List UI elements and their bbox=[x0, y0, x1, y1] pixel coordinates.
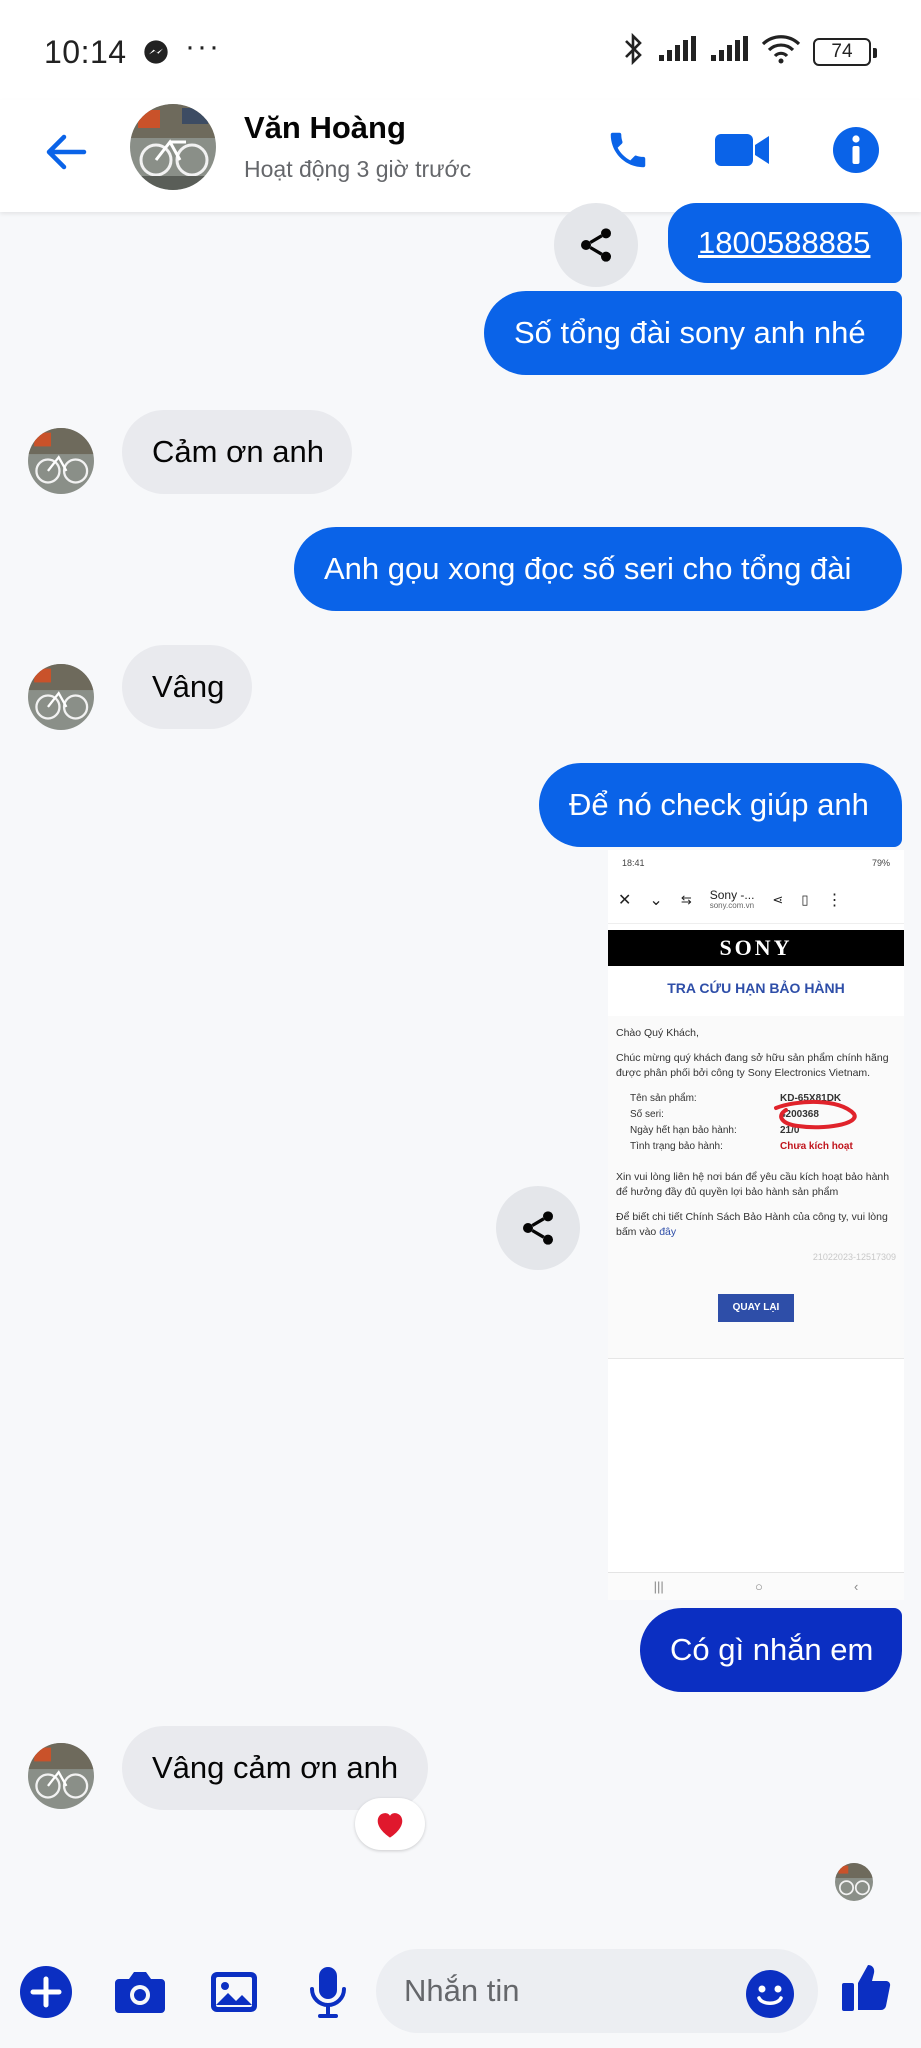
plus-circle-icon bbox=[20, 1966, 72, 2018]
camera-icon bbox=[115, 1972, 165, 2013]
shared-screenshot-image[interactable]: 18:41 79% ✕ ⌄ ⇆ Sony -... sony.com.vn ⋖ … bbox=[608, 850, 904, 1600]
close-icon: ✕ bbox=[618, 891, 632, 909]
image-policy-text: Để biết chi tiết Chính Sách Bảo Hành của… bbox=[616, 1211, 888, 1239]
bookmark-icon: ▯ bbox=[801, 891, 809, 907]
home-icon: ○ bbox=[754, 1579, 763, 1594]
image-browser-bar: ✕ ⌄ ⇆ Sony -... sony.com.vn ⋖ ▯ ⋮ bbox=[608, 876, 904, 924]
emoji-button[interactable] bbox=[744, 1968, 796, 2020]
message-bubble-outgoing[interactable]: Có gì nhắn em bbox=[640, 1608, 902, 1692]
contact-name[interactable]: Văn Hoàng bbox=[244, 110, 406, 146]
back-icon: ‹ bbox=[854, 1579, 859, 1594]
image-page-body: Chào Quý Khách, Chúc mừng quý khách đang… bbox=[608, 1016, 904, 1360]
warranty-table: Tên sản phẩm: KD-65X81DK Số seri: 420036… bbox=[630, 1092, 896, 1156]
messenger-notification-icon bbox=[142, 38, 170, 71]
more-actions-button[interactable] bbox=[16, 1962, 76, 2022]
image-contact-note: Xin vui lòng liên hệ nơi bán để yêu cầu … bbox=[616, 1170, 890, 1198]
message-text: Vâng bbox=[152, 669, 225, 704]
message-text: Cảm ơn anh bbox=[152, 434, 324, 469]
message-text: Có gì nhắn em bbox=[670, 1632, 874, 1667]
image-policy-link: đây bbox=[659, 1226, 677, 1239]
image-blank-area bbox=[608, 1358, 904, 1572]
message-bubble-outgoing[interactable]: Để nó check giúp anh bbox=[539, 763, 902, 847]
message-bubble-incoming[interactable]: Cảm ơn anh bbox=[122, 410, 352, 494]
video-call-button[interactable] bbox=[710, 118, 774, 182]
image-status-battery: 79% bbox=[871, 858, 890, 868]
image-back-button: QUAY LẠI bbox=[718, 1293, 794, 1322]
warranty-row: Tình trạng bảo hành: Chưa kích hoạt bbox=[630, 1140, 896, 1156]
image-status-bar: 18:41 79% bbox=[608, 850, 904, 876]
phone-icon bbox=[610, 132, 646, 168]
warranty-label: Số seri: bbox=[630, 1108, 664, 1120]
share-button[interactable] bbox=[554, 203, 638, 287]
signal-icon bbox=[709, 35, 749, 68]
bluetooth-icon bbox=[623, 32, 645, 71]
tune-icon: ⇆ bbox=[680, 891, 692, 907]
more-notifications-icon: ··· bbox=[185, 30, 221, 63]
conversation-info-button[interactable] bbox=[824, 118, 888, 182]
voice-call-button[interactable] bbox=[596, 118, 660, 182]
seen-receipt-avatar bbox=[835, 1863, 873, 1901]
share-icon bbox=[581, 228, 611, 262]
sender-avatar[interactable] bbox=[28, 428, 94, 494]
wifi-icon bbox=[761, 34, 801, 69]
message-bubble-incoming[interactable]: Vâng bbox=[122, 645, 252, 729]
contact-avatar[interactable] bbox=[130, 104, 216, 190]
message-bubble-outgoing[interactable]: 1800588885 bbox=[668, 203, 902, 283]
gallery-button[interactable] bbox=[204, 1962, 264, 2022]
image-page-heading: TRA CỨU HẠN BẢO HÀNH bbox=[667, 980, 845, 996]
image-tab-url: sony.com.vn bbox=[709, 900, 755, 910]
message-bubble-outgoing[interactable]: Số tổng đài sony anh nhé bbox=[484, 291, 902, 375]
image-nav-bar: ||| ○ ‹ bbox=[608, 1572, 904, 1600]
like-button[interactable] bbox=[836, 1958, 896, 2018]
image-policy-note: Để biết chi tiết Chính Sách Bảo Hành của… bbox=[616, 1210, 896, 1240]
red-circle-annotation bbox=[774, 1099, 857, 1129]
status-time: 10:14 bbox=[44, 34, 127, 70]
phone-number-link[interactable]: 1800588885 bbox=[698, 225, 870, 261]
conversation-header: Văn Hoàng Hoạt động 3 giờ trước bbox=[0, 100, 921, 212]
image-reference-id: 21022023-12517309 bbox=[812, 1251, 896, 1262]
warranty-label: Tên sản phẩm: bbox=[630, 1092, 697, 1104]
warranty-row: Số seri: 4200368 bbox=[630, 1099, 896, 1129]
image-greeting: Chào Quý Khách, bbox=[616, 1027, 699, 1039]
back-button[interactable] bbox=[38, 124, 94, 180]
image-status-time: 18:41 bbox=[622, 858, 645, 868]
sony-logo: SONY bbox=[608, 930, 904, 966]
camera-button[interactable] bbox=[110, 1962, 170, 2022]
info-icon bbox=[833, 127, 879, 173]
message-text: Vâng cảm ơn anh bbox=[152, 1750, 399, 1785]
more-icon: ⋮ bbox=[826, 891, 843, 909]
heart-reaction[interactable] bbox=[355, 1798, 425, 1850]
message-text: Để nó check giúp anh bbox=[569, 787, 869, 822]
warranty-label: Ngày hết hạn bảo hành: bbox=[630, 1124, 737, 1136]
message-text: Anh gọu xong đọc số seri cho tổng đài bbox=[324, 551, 852, 586]
image-tab-title: Sony -... bbox=[709, 887, 755, 902]
image-icon bbox=[211, 1972, 257, 2012]
battery-icon: 74 bbox=[813, 37, 877, 66]
arrow-left-icon bbox=[46, 134, 87, 170]
video-camera-icon bbox=[715, 134, 769, 166]
sender-avatar[interactable] bbox=[28, 664, 94, 730]
share-icon bbox=[523, 1211, 553, 1245]
voice-message-button[interactable] bbox=[298, 1962, 358, 2022]
message-text: Số tổng đài sony anh nhé bbox=[514, 315, 866, 350]
chevron-down-icon: ⌄ bbox=[649, 891, 663, 909]
emoji-icon bbox=[746, 1970, 794, 2018]
warranty-status-value: Chưa kích hoạt bbox=[780, 1140, 853, 1152]
thumbs-up-icon bbox=[842, 1965, 891, 2011]
signal-icon bbox=[657, 35, 697, 68]
message-bubble-outgoing[interactable]: Anh gọu xong đọc số seri cho tổng đài bbox=[294, 527, 902, 611]
share-icon: ⋖ bbox=[772, 891, 784, 907]
sender-avatar[interactable] bbox=[28, 1743, 94, 1809]
image-intro: Chúc mừng quý khách đang sở hữu sản phẩm… bbox=[616, 1052, 889, 1080]
microphone-icon bbox=[310, 1967, 346, 2018]
contact-activity-status: Hoạt động 3 giờ trước bbox=[244, 156, 472, 182]
recents-icon: ||| bbox=[653, 1579, 664, 1594]
heart-icon bbox=[377, 1813, 403, 1838]
warranty-label: Tình trạng bảo hành: bbox=[630, 1140, 723, 1152]
share-button[interactable] bbox=[496, 1186, 580, 1270]
message-composer bbox=[0, 1932, 921, 2048]
status-bar: 10:14 ··· 74 bbox=[0, 0, 921, 100]
